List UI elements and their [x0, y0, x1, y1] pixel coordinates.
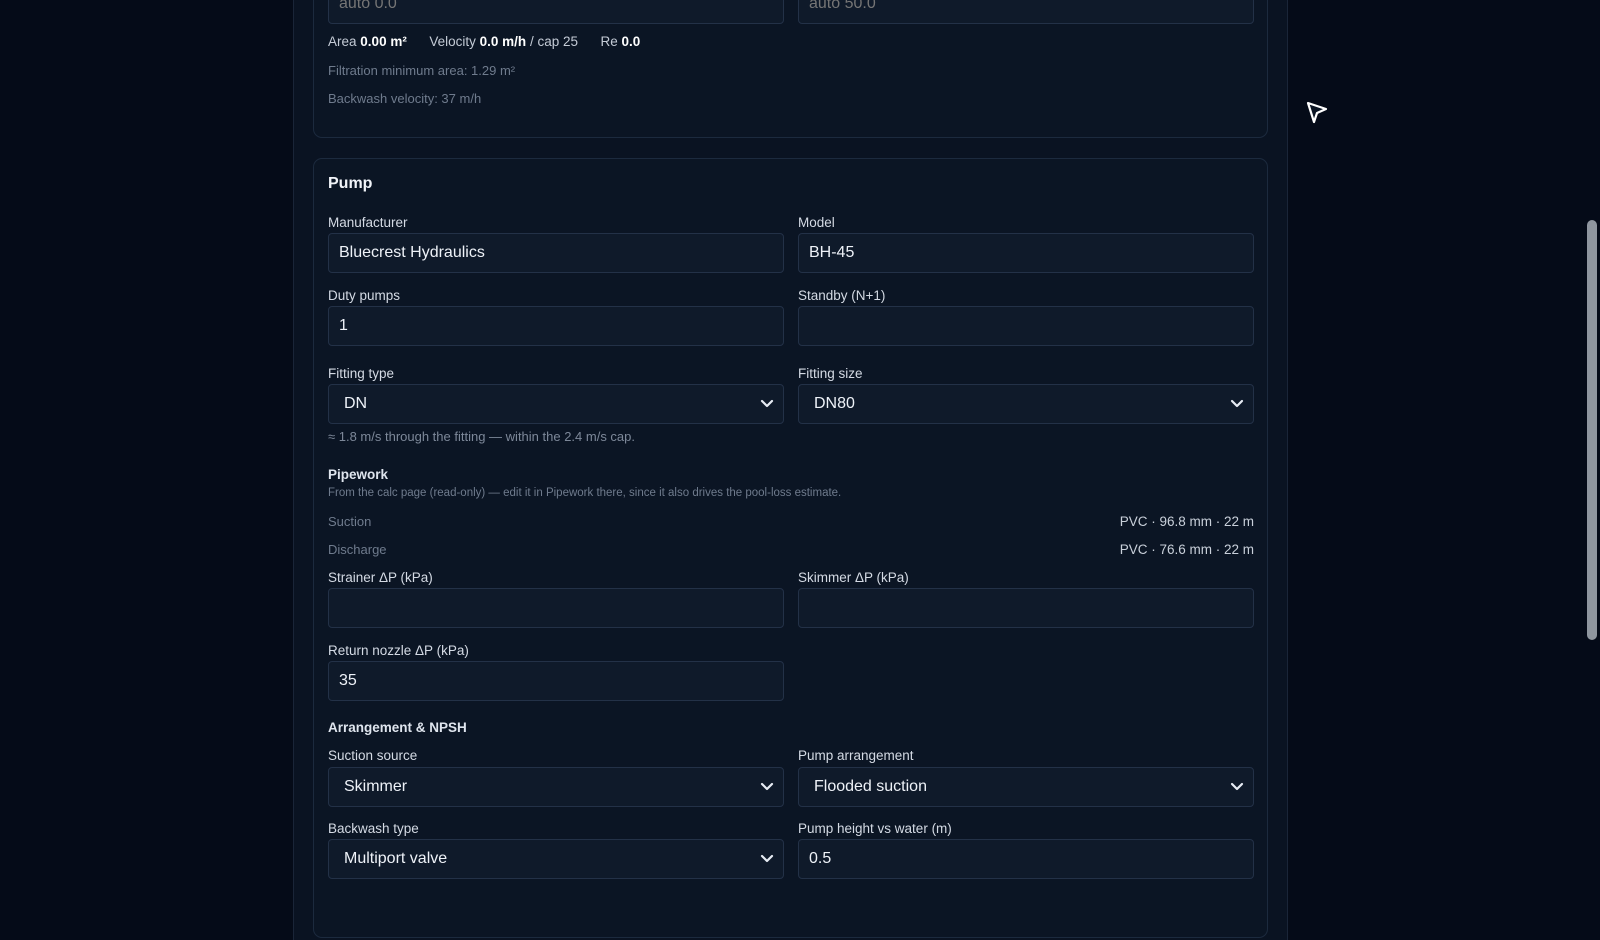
model-input[interactable] [798, 233, 1254, 273]
suction-label: Suction [328, 514, 372, 529]
model-label: Model [798, 215, 835, 230]
area-label: Area [328, 34, 357, 49]
suction-source-select[interactable]: Skimmer [328, 767, 784, 807]
scrollbar-thumb[interactable] [1587, 220, 1597, 640]
pump-height-label: Pump height vs water (m) [798, 821, 952, 836]
filtration-area-input[interactable] [328, 0, 784, 24]
velocity-value: 0.0 m/h [479, 34, 527, 49]
pump-section-title: Pump [328, 175, 373, 192]
filtration-velocity-input[interactable] [798, 0, 1254, 24]
re-label: Re [600, 34, 618, 49]
fitting-type-select[interactable]: DN [328, 384, 784, 424]
duty-pumps-input[interactable] [328, 306, 784, 346]
velocity-label: Velocity [429, 34, 476, 49]
chevron-down-icon [1230, 399, 1244, 408]
re-value: 0.0 [621, 34, 641, 49]
chevron-down-icon [760, 782, 774, 791]
fitting-size-value: DN80 [814, 395, 855, 412]
pump-arrangement-value: Flooded suction [814, 778, 927, 795]
skimmer-dp-input[interactable] [798, 588, 1254, 628]
strainer-dp-input[interactable] [328, 588, 784, 628]
filtration-min-area-note: Filtration minimum area: 1.29 m² [328, 63, 516, 78]
fitting-type-value: DN [344, 395, 368, 412]
fitting-size-label: Fitting size [798, 366, 863, 381]
cursor-pointer-icon [1306, 101, 1328, 124]
filtration-stats-line: Area 0.00 m² Velocity 0.0 m/h / cap 25 R… [328, 34, 640, 49]
chevron-down-icon [760, 854, 774, 863]
standby-input[interactable] [798, 306, 1254, 346]
arrangement-npsh-title: Arrangement & NPSH [328, 720, 467, 735]
pipework-title: Pipework [328, 467, 389, 482]
chevron-down-icon [760, 399, 774, 408]
fitting-type-label: Fitting type [328, 366, 395, 381]
backwash-velocity-note: Backwash velocity: 37 m/h [328, 91, 482, 106]
manufacturer-label: Manufacturer [328, 215, 408, 230]
pump-arrangement-select[interactable]: Flooded suction [798, 767, 1254, 807]
fitting-velocity-hint: ≈ 1.8 m/s through the fitting — within t… [328, 429, 636, 444]
return-nozzle-dp-label: Return nozzle ΔP (kPa) [328, 643, 469, 658]
manufacturer-input[interactable] [328, 233, 784, 273]
chevron-down-icon [1230, 782, 1244, 791]
standby-label: Standby (N+1) [798, 288, 886, 303]
discharge-value: PVC · 76.6 mm · 22 m [1119, 542, 1254, 557]
duty-pumps-label: Duty pumps [328, 288, 401, 303]
pump-height-input[interactable] [798, 839, 1254, 879]
backwash-type-select[interactable]: Multiport valve [328, 839, 784, 879]
suction-source-label: Suction source [328, 748, 418, 763]
pipework-note: From the calc page (read-only) — edit it… [328, 487, 842, 499]
strainer-dp-label: Strainer ΔP (kPa) [328, 570, 433, 585]
discharge-label: Discharge [328, 542, 387, 557]
return-nozzle-dp-input[interactable] [328, 661, 784, 701]
suction-source-value: Skimmer [344, 778, 408, 795]
backwash-type-label: Backwash type [328, 821, 419, 836]
fitting-size-select[interactable]: DN80 [798, 384, 1254, 424]
pump-arrangement-label: Pump arrangement [798, 748, 914, 763]
suction-value: PVC · 96.8 mm · 22 m [1119, 514, 1254, 529]
skimmer-dp-label: Skimmer ΔP (kPa) [798, 570, 909, 585]
backwash-type-value: Multiport valve [344, 850, 448, 867]
area-value: 0.00 m² [360, 34, 407, 49]
velocity-cap: / cap 25 [529, 34, 578, 49]
